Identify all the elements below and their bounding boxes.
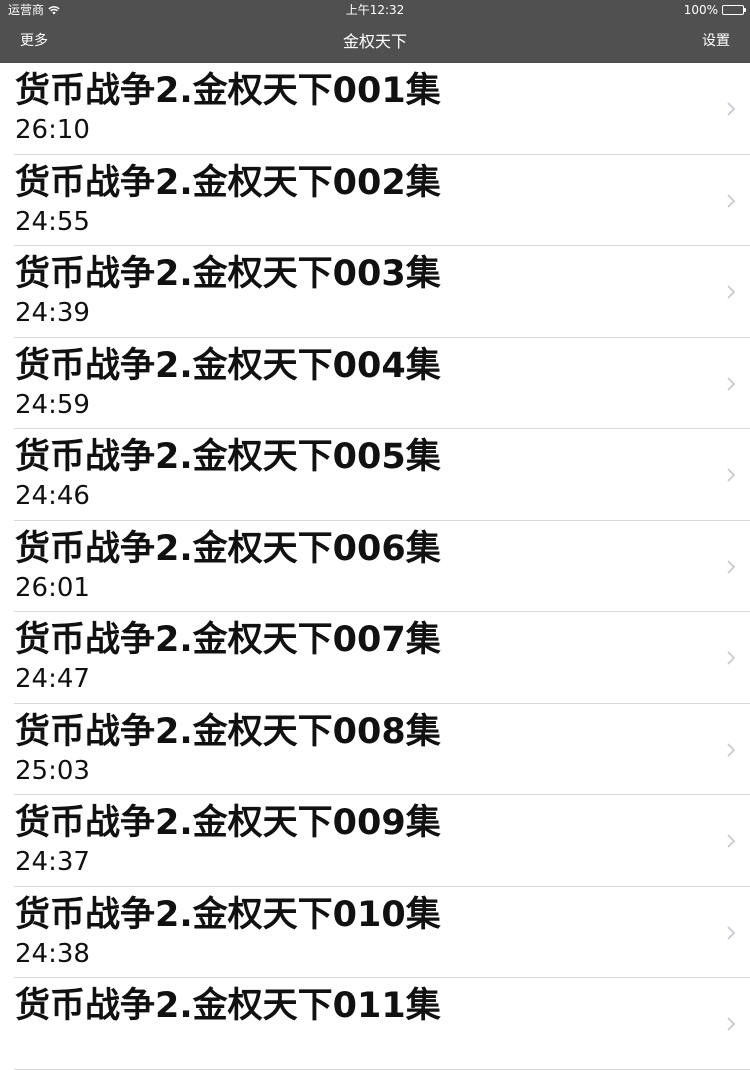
navigation-bar: 更多 金权天下 设置	[0, 20, 750, 63]
episode-duration: 24:39	[15, 298, 90, 328]
episode-title: 货币战争2.金权天下002集	[15, 162, 441, 203]
list-item[interactable]: 货币战争2.金权天下006集 26:01	[0, 521, 750, 613]
episode-title: 货币战争2.金权天下010集	[15, 894, 441, 935]
chevron-right-icon	[727, 285, 736, 299]
episode-duration: 24:37	[15, 847, 90, 877]
chevron-right-icon	[727, 468, 736, 482]
episode-title: 货币战争2.金权天下006集	[15, 528, 441, 569]
chevron-right-icon	[727, 742, 736, 757]
list-item[interactable]: 货币战争2.金权天下005集 24:46	[0, 429, 750, 521]
page-title: 金权天下	[342, 32, 407, 51]
episode-duration: 24:38	[15, 938, 90, 969]
chevron-right-icon	[727, 925, 736, 940]
episode-duration: 24:47	[15, 664, 90, 694]
episode-duration: 25:03	[15, 755, 90, 786]
settings-button[interactable]: 设置	[702, 20, 730, 63]
status-time: 上午12:32	[345, 3, 405, 17]
chevron-right-icon	[727, 376, 736, 391]
battery-percent: 100%	[683, 3, 718, 17]
chevron-right-icon	[727, 651, 736, 665]
chevron-right-icon	[727, 102, 736, 116]
episode-title: 货币战争2.金权天下004集	[15, 345, 441, 386]
episode-title: 货币战争2.金权天下001集	[15, 71, 441, 111]
episode-duration: 24:55	[15, 206, 90, 237]
chevron-right-icon	[727, 193, 736, 208]
episode-title: 货币战争2.金权天下003集	[15, 254, 441, 294]
list-item[interactable]: 货币战争2.金权天下003集 24:39	[0, 246, 750, 338]
episode-duration: 26:01	[15, 572, 90, 603]
episode-title: 货币战争2.金权天下008集	[15, 711, 441, 752]
episode-title: 货币战争2.金权天下007集	[15, 620, 441, 660]
episode-duration: 24:46	[15, 481, 90, 511]
list-item[interactable]: 货币战争2.金权天下010集 24:38	[0, 887, 750, 979]
status-bar: 运营商 上午12:32 100%	[0, 0, 750, 20]
list-item[interactable]: 货币战争2.金权天下008集 25:03	[0, 704, 750, 796]
list-item[interactable]: 货币战争2.金权天下002集 24:55	[0, 155, 750, 247]
battery-group: 100%	[683, 0, 746, 20]
list-item[interactable]: 货币战争2.金权天下011集	[0, 978, 750, 1070]
battery-icon	[722, 5, 746, 15]
episode-title: 货币战争2.金权天下011集	[15, 986, 441, 1026]
list-item[interactable]: 货币战争2.金权天下007集 24:47	[0, 612, 750, 704]
list-item[interactable]: 货币战争2.金权天下001集 26:10	[0, 63, 750, 155]
chevron-right-icon	[727, 559, 736, 574]
episode-title: 货币战争2.金权天下005集	[15, 437, 441, 477]
list-item[interactable]: 货币战争2.金权天下004集 24:59	[0, 338, 750, 430]
episode-title: 货币战争2.金权天下009集	[15, 803, 441, 843]
episode-list: 货币战争2.金权天下001集 26:10 货币战争2.金权天下002集 24:55 货币…	[0, 63, 750, 1070]
episode-duration: 26:10	[15, 115, 90, 145]
list-item[interactable]: 货币战争2.金权天下009集 24:37	[0, 795, 750, 887]
chevron-right-icon	[727, 1017, 736, 1031]
chevron-right-icon	[727, 834, 736, 848]
episode-duration: 24:59	[15, 389, 90, 420]
